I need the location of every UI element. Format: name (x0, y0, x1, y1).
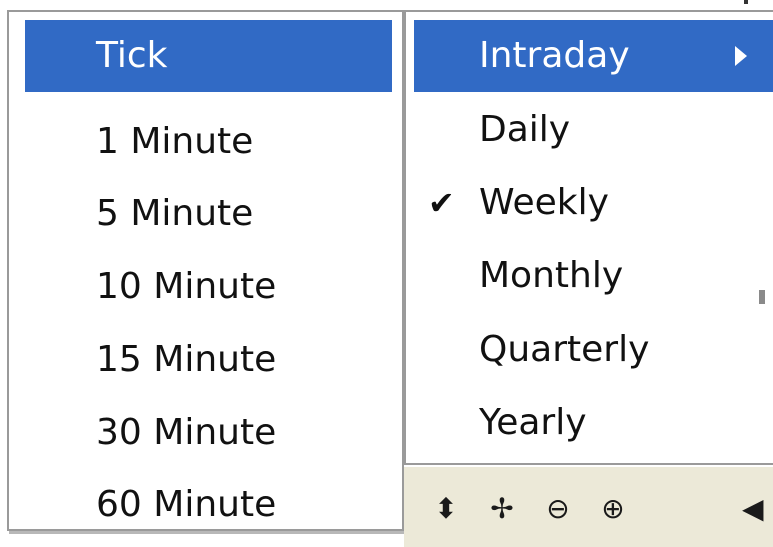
partial-window-fragment (759, 290, 765, 304)
menu-item-quarterly[interactable]: Quarterly (406, 314, 773, 386)
move-icon[interactable]: ✢ (482, 489, 522, 529)
menu-item-daily[interactable]: Daily (406, 94, 773, 166)
menu-item-label: Yearly (479, 402, 587, 443)
menu-item-30-minute[interactable]: 30 Minute (9, 397, 402, 469)
menu-item-15-minute[interactable]: 15 Minute (9, 324, 402, 396)
menu-item-weekly[interactable]: ✔ Weekly (406, 167, 773, 239)
menu-item-5-minute[interactable]: 5 Minute (9, 178, 402, 250)
menu-item-label: 1 Minute (96, 121, 254, 162)
menu-item-label: 30 Minute (96, 412, 277, 453)
menu-item-label: Intraday (479, 35, 630, 76)
menu-item-label: 15 Minute (96, 339, 277, 380)
menu-item-tick[interactable]: Tick (25, 20, 392, 92)
periodicity-menu: Intraday Daily ✔ Weekly Monthly Quarterl… (404, 10, 773, 465)
checkmark-icon: ✔ (428, 184, 455, 222)
menu-item-10-minute[interactable]: 10 Minute (9, 251, 402, 323)
submenu-arrow-icon (735, 46, 747, 66)
partial-toolbar-button[interactable]: ◀ (742, 489, 764, 529)
window-edge-mark (744, 0, 748, 4)
menu-item-label: 10 Minute (96, 266, 277, 307)
menu-item-label: 60 Minute (96, 484, 277, 525)
menu-item-yearly[interactable]: Yearly (406, 387, 773, 459)
menu-item-intraday[interactable]: Intraday (414, 20, 773, 92)
zoom-out-icon[interactable]: ⊖ (538, 489, 578, 529)
screenshot-stage: Tick 1 Minute 5 Minute 10 Minute 15 Minu… (0, 0, 773, 547)
menu-item-label: Quarterly (479, 329, 650, 370)
menu-item-label: Tick (96, 35, 168, 76)
zoom-in-icon[interactable]: ⊕ (593, 489, 633, 529)
menu-item-60-minute[interactable]: 60 Minute (9, 469, 402, 541)
menu-item-label: 5 Minute (96, 193, 254, 234)
menu-item-monthly[interactable]: Monthly (406, 240, 773, 312)
menu-item-label: Daily (479, 109, 571, 150)
vertical-resize-icon[interactable]: ⬍ (426, 489, 466, 529)
menu-item-1-minute[interactable]: 1 Minute (9, 106, 402, 178)
menu-item-label: Weekly (479, 182, 609, 223)
menu-item-label: Monthly (479, 255, 624, 296)
chart-toolbar: ⬍ ✢ ⊖ ⊕ ◀ (404, 465, 773, 547)
intraday-interval-menu: Tick 1 Minute 5 Minute 10 Minute 15 Minu… (7, 10, 404, 531)
